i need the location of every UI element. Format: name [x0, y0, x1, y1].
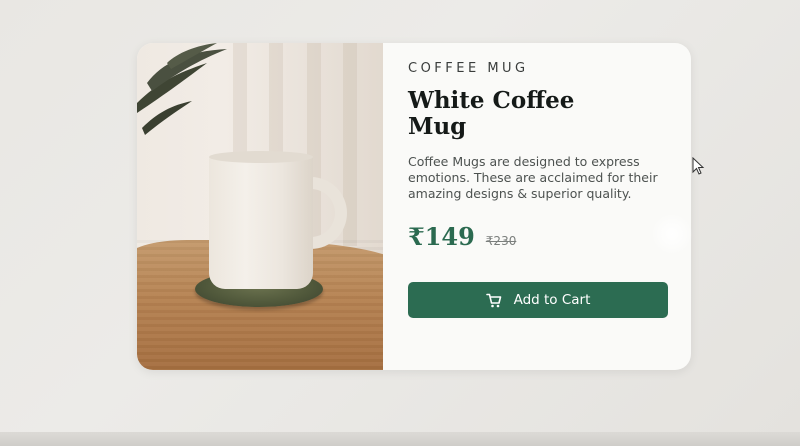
add-to-cart-label: Add to Cart: [513, 292, 591, 308]
product-category: COFFEE MUG: [408, 61, 529, 76]
mug: [209, 155, 313, 289]
product-description: Coffee Mugs are designed to express emot…: [408, 154, 658, 201]
price-row: ₹149 ₹230: [408, 222, 667, 251]
product-title: White Coffee Mug: [408, 87, 575, 140]
plant-leaves: [137, 43, 227, 135]
screen-bezel: [0, 432, 800, 446]
product-card: COFFEE MUG White Coffee Mug Coffee Mugs …: [137, 43, 691, 370]
current-price: ₹149: [408, 222, 475, 251]
product-info: COFFEE MUG White Coffee Mug Coffee Mugs …: [383, 43, 691, 370]
product-image: [137, 43, 383, 370]
cart-icon: [485, 293, 502, 308]
mouse-cursor-icon: [692, 157, 705, 175]
original-price: ₹230: [485, 234, 517, 248]
add-to-cart-button[interactable]: Add to Cart: [408, 282, 668, 318]
screen-glare: [652, 214, 692, 254]
